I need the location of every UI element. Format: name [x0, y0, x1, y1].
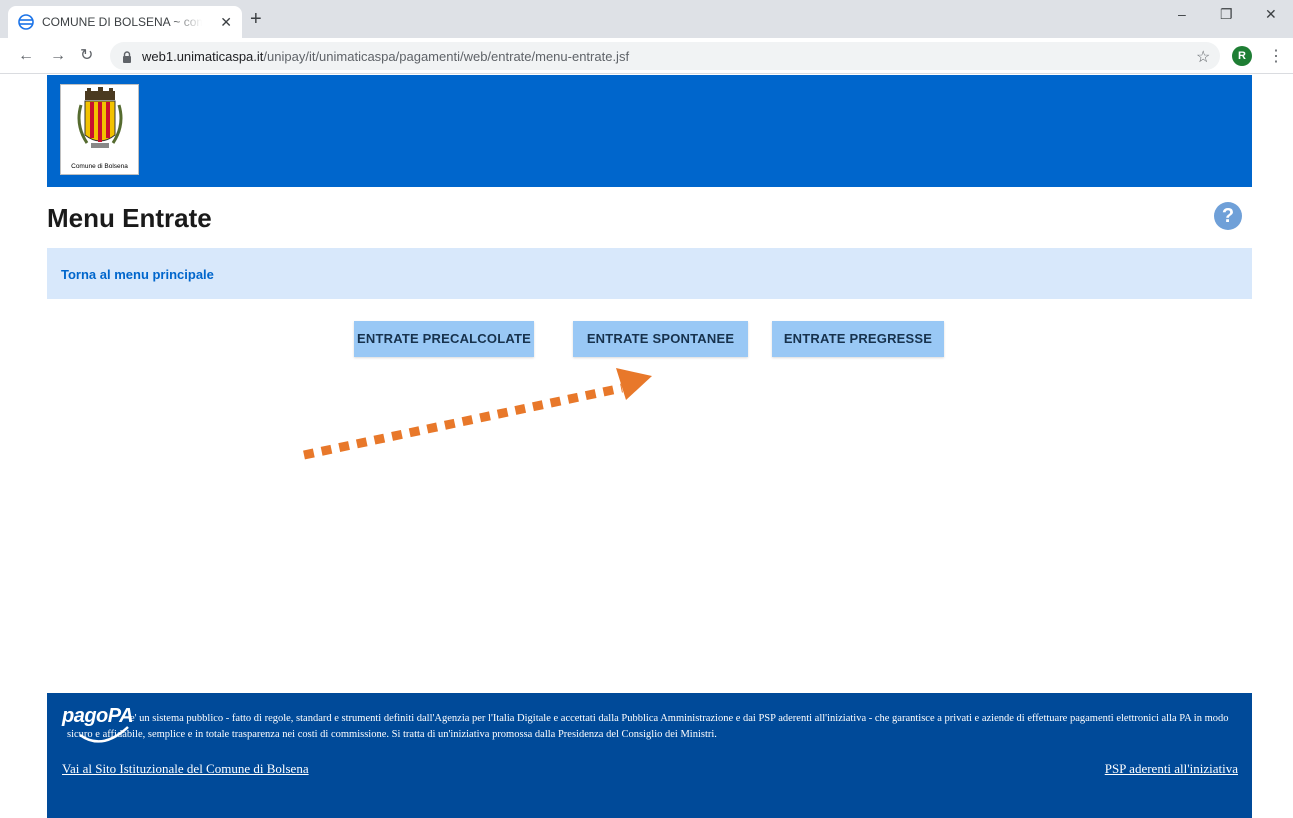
page-title: Menu Entrate [47, 203, 212, 233]
coat-of-arms-icon [77, 87, 123, 148]
entrate-precalcolate-button[interactable]: ENTRATE PRECALCOLATE [354, 321, 534, 357]
entrate-spontanee-button[interactable]: ENTRATE SPONTANEE [573, 321, 748, 357]
forward-arrow-icon[interactable]: → [50, 47, 66, 65]
lock-icon [122, 50, 132, 63]
minimize-button[interactable]: – [1178, 6, 1186, 22]
pagopa-description: e' un sistema pubblico - fatto di regole… [67, 713, 1229, 740]
address-bar[interactable]: web1.unimaticaspa.it /unipay/it/unimatic… [110, 42, 1220, 70]
site-footer: pagoPA e' un sistema pubblico - fatto di… [47, 693, 1252, 818]
browser-tab[interactable]: COMUNE DI BOLSENA ~ combo ✕ [8, 6, 242, 38]
help-icon[interactable]: ? [1214, 202, 1242, 230]
tab-title: COMUNE DI BOLSENA ~ combo [42, 15, 202, 29]
psp-list-link[interactable]: PSP aderenti all'iniziativa [1105, 761, 1238, 777]
profile-avatar[interactable]: R [1232, 46, 1252, 66]
restore-button[interactable]: ❐ [1220, 6, 1233, 23]
entrate-pregresse-button[interactable]: ENTRATE PREGRESSE [772, 321, 944, 357]
url-path: /unipay/it/unimaticaspa/pagamenti/web/en… [263, 48, 630, 64]
reload-icon[interactable]: ↻ [80, 47, 93, 65]
comune-website-link[interactable]: Vai al Sito Istituzionale del Comune di … [62, 761, 309, 777]
annotation-arrow-icon [303, 368, 652, 460]
globe-favicon-icon [18, 14, 34, 30]
comune-logo[interactable]: Comune di Bolsena [60, 84, 139, 175]
browser-toolbar: ← → ↻ web1.unimaticaspa.it /unipay/it/un… [0, 38, 1293, 74]
close-window-button[interactable]: ✕ [1265, 6, 1277, 23]
url-host: web1.unimaticaspa.it [142, 48, 264, 64]
tab-close-icon[interactable]: ✕ [220, 14, 232, 30]
back-arrow-icon[interactable]: ← [18, 47, 34, 65]
bookmark-star-icon[interactable]: ☆ [1196, 47, 1210, 67]
new-tab-button[interactable]: + [250, 9, 262, 29]
browser-tab-bar: COMUNE DI BOLSENA ~ combo ✕ + – ❐ ✕ [0, 0, 1293, 38]
site-header: Comune di Bolsena [47, 75, 1252, 187]
logo-caption: Comune di Bolsena [71, 163, 128, 170]
back-to-main-menu-link[interactable]: Torna al menu principale [61, 267, 214, 282]
menu-kebab-icon[interactable]: ⋮ [1268, 46, 1284, 66]
back-navigation-bar: Torna al menu principale [47, 248, 1252, 299]
